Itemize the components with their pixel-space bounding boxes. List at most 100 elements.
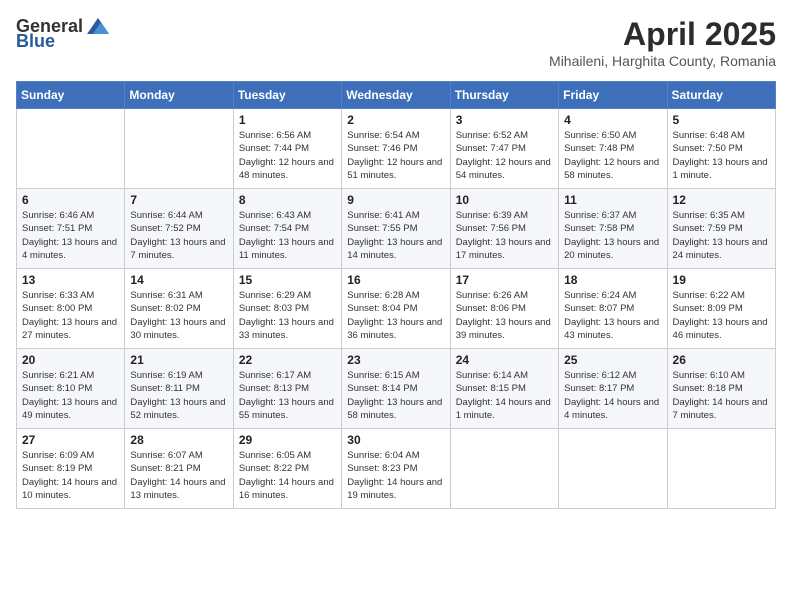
day-info: Sunrise: 6:41 AM Sunset: 7:55 PM Dayligh… [347, 209, 444, 262]
logo-blue: Blue [16, 32, 55, 50]
day-number: 23 [347, 353, 444, 367]
calendar-cell: 18 Sunrise: 6:24 AM Sunset: 8:07 PM Dayli… [559, 269, 667, 349]
day-number: 9 [347, 193, 444, 207]
day-info: Sunrise: 6:39 AM Sunset: 7:56 PM Dayligh… [456, 209, 553, 262]
location-title: Mihaileni, Harghita County, Romania [549, 53, 776, 69]
day-number: 15 [239, 273, 336, 287]
day-number: 21 [130, 353, 227, 367]
day-info: Sunrise: 6:15 AM Sunset: 8:14 PM Dayligh… [347, 369, 444, 422]
day-info: Sunrise: 6:05 AM Sunset: 8:22 PM Dayligh… [239, 449, 336, 502]
page-header: General Blue April 2025 Mihaileni, Hargh… [16, 16, 776, 69]
calendar-cell: 8 Sunrise: 6:43 AM Sunset: 7:54 PM Daylig… [233, 189, 341, 269]
day-number: 10 [456, 193, 553, 207]
day-number: 20 [22, 353, 119, 367]
day-info: Sunrise: 6:17 AM Sunset: 8:13 PM Dayligh… [239, 369, 336, 422]
calendar-cell: 25 Sunrise: 6:12 AM Sunset: 8:17 PM Dayli… [559, 349, 667, 429]
calendar-cell: 7Sunrise: 6:44 AM Sunset: 7:52 PM Daylig… [125, 189, 233, 269]
calendar-cell: 14 Sunrise: 6:31 AM Sunset: 8:02 PM Dayli… [125, 269, 233, 349]
calendar-cell: 19Sunrise: 6:22 AM Sunset: 8:09 PM Dayli… [667, 269, 775, 349]
day-number: 28 [130, 433, 227, 447]
calendar-cell [17, 109, 125, 189]
calendar-cell: 10 Sunrise: 6:39 AM Sunset: 7:56 PM Dayli… [450, 189, 558, 269]
calendar-cell: 24Sunrise: 6:14 AM Sunset: 8:15 PM Dayli… [450, 349, 558, 429]
day-number: 14 [130, 273, 227, 287]
day-info: Sunrise: 6:48 AM Sunset: 7:50 PM Dayligh… [673, 129, 770, 182]
calendar-cell: 3 Sunrise: 6:52 AM Sunset: 7:47 PM Daylig… [450, 109, 558, 189]
day-info: Sunrise: 6:24 AM Sunset: 8:07 PM Dayligh… [564, 289, 661, 342]
day-number: 13 [22, 273, 119, 287]
day-number: 2 [347, 113, 444, 127]
logo-icon [85, 16, 111, 36]
day-info: Sunrise: 6:46 AM Sunset: 7:51 PM Dayligh… [22, 209, 119, 262]
day-info: Sunrise: 6:31 AM Sunset: 8:02 PM Dayligh… [130, 289, 227, 342]
weekday-header-row: SundayMondayTuesdayWednesdayThursdayFrid… [17, 82, 776, 109]
day-info: Sunrise: 6:10 AM Sunset: 8:18 PM Dayligh… [673, 369, 770, 422]
title-area: April 2025 Mihaileni, Harghita County, R… [549, 16, 776, 69]
day-number: 11 [564, 193, 661, 207]
calendar-cell: 17 Sunrise: 6:26 AM Sunset: 8:06 PM Dayli… [450, 269, 558, 349]
weekday-header: Friday [559, 82, 667, 109]
day-number: 25 [564, 353, 661, 367]
weekday-header: Sunday [17, 82, 125, 109]
calendar-cell: 28Sunrise: 6:07 AM Sunset: 8:21 PM Dayli… [125, 429, 233, 509]
day-number: 7 [130, 193, 227, 207]
calendar-cell: 27 Sunrise: 6:09 AM Sunset: 8:19 PM Dayli… [17, 429, 125, 509]
day-number: 4 [564, 113, 661, 127]
calendar-cell: 6 Sunrise: 6:46 AM Sunset: 7:51 PM Daylig… [17, 189, 125, 269]
calendar-cell: 4Sunrise: 6:50 AM Sunset: 7:48 PM Daylig… [559, 109, 667, 189]
calendar-cell: 16Sunrise: 6:28 AM Sunset: 8:04 PM Dayli… [342, 269, 450, 349]
day-number: 5 [673, 113, 770, 127]
calendar-cell: 29 Sunrise: 6:05 AM Sunset: 8:22 PM Dayli… [233, 429, 341, 509]
day-info: Sunrise: 6:43 AM Sunset: 7:54 PM Dayligh… [239, 209, 336, 262]
calendar-cell: 21Sunrise: 6:19 AM Sunset: 8:11 PM Dayli… [125, 349, 233, 429]
calendar-cell [125, 109, 233, 189]
calendar-week-row: 27 Sunrise: 6:09 AM Sunset: 8:19 PM Dayli… [17, 429, 776, 509]
day-info: Sunrise: 6:12 AM Sunset: 8:17 PM Dayligh… [564, 369, 661, 422]
calendar-cell: 5 Sunrise: 6:48 AM Sunset: 7:50 PM Daylig… [667, 109, 775, 189]
weekday-header: Wednesday [342, 82, 450, 109]
day-number: 30 [347, 433, 444, 447]
calendar-cell: 20 Sunrise: 6:21 AM Sunset: 8:10 PM Dayli… [17, 349, 125, 429]
calendar-table: SundayMondayTuesdayWednesdayThursdayFrid… [16, 81, 776, 509]
calendar-cell: 13 Sunrise: 6:33 AM Sunset: 8:00 PM Dayli… [17, 269, 125, 349]
calendar-cell: 9 Sunrise: 6:41 AM Sunset: 7:55 PM Daylig… [342, 189, 450, 269]
day-number: 19 [673, 273, 770, 287]
calendar-cell [559, 429, 667, 509]
day-info: Sunrise: 6:21 AM Sunset: 8:10 PM Dayligh… [22, 369, 119, 422]
day-info: Sunrise: 6:29 AM Sunset: 8:03 PM Dayligh… [239, 289, 336, 342]
day-info: Sunrise: 6:37 AM Sunset: 7:58 PM Dayligh… [564, 209, 661, 262]
day-number: 8 [239, 193, 336, 207]
calendar-cell: 30Sunrise: 6:04 AM Sunset: 8:23 PM Dayli… [342, 429, 450, 509]
day-number: 17 [456, 273, 553, 287]
calendar-cell [450, 429, 558, 509]
weekday-header: Monday [125, 82, 233, 109]
weekday-header: Saturday [667, 82, 775, 109]
month-title: April 2025 [549, 16, 776, 53]
calendar-cell: 15 Sunrise: 6:29 AM Sunset: 8:03 PM Dayli… [233, 269, 341, 349]
calendar-cell: 23 Sunrise: 6:15 AM Sunset: 8:14 PM Dayli… [342, 349, 450, 429]
calendar-cell: 1Sunrise: 6:56 AM Sunset: 7:44 PM Daylig… [233, 109, 341, 189]
day-number: 18 [564, 273, 661, 287]
calendar-week-row: 6 Sunrise: 6:46 AM Sunset: 7:51 PM Daylig… [17, 189, 776, 269]
day-info: Sunrise: 6:52 AM Sunset: 7:47 PM Dayligh… [456, 129, 553, 182]
calendar-week-row: 20 Sunrise: 6:21 AM Sunset: 8:10 PM Dayli… [17, 349, 776, 429]
day-info: Sunrise: 6:33 AM Sunset: 8:00 PM Dayligh… [22, 289, 119, 342]
logo: General Blue [16, 16, 111, 50]
weekday-header: Thursday [450, 82, 558, 109]
calendar-cell: 22Sunrise: 6:17 AM Sunset: 8:13 PM Dayli… [233, 349, 341, 429]
calendar-cell: 11 Sunrise: 6:37 AM Sunset: 7:58 PM Dayli… [559, 189, 667, 269]
weekday-header: Tuesday [233, 82, 341, 109]
day-number: 27 [22, 433, 119, 447]
calendar-cell [667, 429, 775, 509]
day-info: Sunrise: 6:14 AM Sunset: 8:15 PM Dayligh… [456, 369, 553, 422]
day-info: Sunrise: 6:54 AM Sunset: 7:46 PM Dayligh… [347, 129, 444, 182]
day-info: Sunrise: 6:09 AM Sunset: 8:19 PM Dayligh… [22, 449, 119, 502]
day-number: 3 [456, 113, 553, 127]
calendar-week-row: 13 Sunrise: 6:33 AM Sunset: 8:00 PM Dayli… [17, 269, 776, 349]
day-number: 6 [22, 193, 119, 207]
day-info: Sunrise: 6:35 AM Sunset: 7:59 PM Dayligh… [673, 209, 770, 262]
day-number: 16 [347, 273, 444, 287]
day-number: 29 [239, 433, 336, 447]
calendar-week-row: 1Sunrise: 6:56 AM Sunset: 7:44 PM Daylig… [17, 109, 776, 189]
day-info: Sunrise: 6:26 AM Sunset: 8:06 PM Dayligh… [456, 289, 553, 342]
